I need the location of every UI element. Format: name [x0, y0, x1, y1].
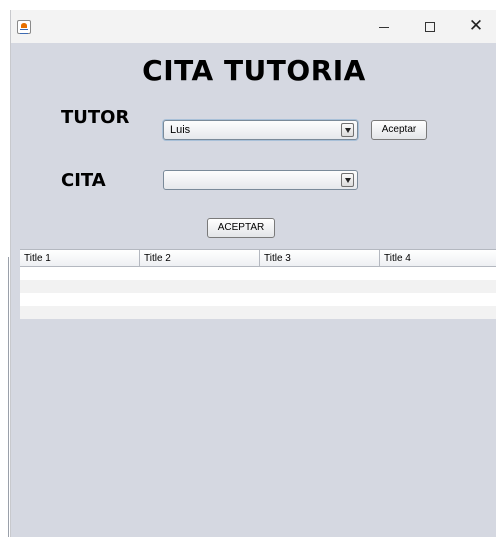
java-app-icon — [17, 20, 31, 34]
table-row[interactable] — [20, 280, 496, 293]
column-header-3[interactable]: Title 3 — [260, 250, 380, 267]
close-icon: ✕ — [468, 16, 484, 36]
tutoria-table[interactable]: Title 1 Title 2 Title 3 Title 4 — [20, 249, 496, 537]
tutor-label: TUTOR — [61, 107, 130, 128]
table-header: Title 1 Title 2 Title 3 Title 4 — [20, 249, 496, 267]
aceptar-button[interactable]: ACEPTAR — [207, 218, 275, 238]
column-header-2[interactable]: Title 2 — [140, 250, 260, 267]
app-window: ✕ CITA TUTORIA TUTOR Luis Aceptar CITA A… — [10, 10, 496, 537]
cita-combobox[interactable] — [163, 170, 358, 190]
minimize-button[interactable] — [361, 10, 407, 43]
table-row[interactable] — [20, 267, 496, 280]
maximize-button[interactable] — [407, 10, 453, 43]
window-left-edge — [8, 257, 9, 537]
tutor-combobox-value: Luis — [170, 124, 191, 136]
title-bar[interactable]: ✕ — [11, 10, 496, 43]
minimize-icon — [379, 27, 389, 28]
table-row[interactable] — [20, 293, 496, 306]
page-title: CITA TUTORIA — [142, 54, 366, 87]
tutor-combobox[interactable]: Luis — [163, 120, 358, 140]
chevron-down-icon[interactable] — [341, 123, 354, 137]
maximize-icon — [425, 22, 435, 32]
chevron-down-icon[interactable] — [341, 173, 354, 187]
table-row[interactable] — [20, 306, 496, 319]
close-button[interactable]: ✕ — [453, 10, 496, 43]
tutor-aceptar-button[interactable]: Aceptar — [371, 120, 427, 140]
column-header-4[interactable]: Title 4 — [380, 250, 496, 267]
column-header-1[interactable]: Title 1 — [20, 250, 140, 267]
cita-label: CITA — [61, 170, 106, 191]
